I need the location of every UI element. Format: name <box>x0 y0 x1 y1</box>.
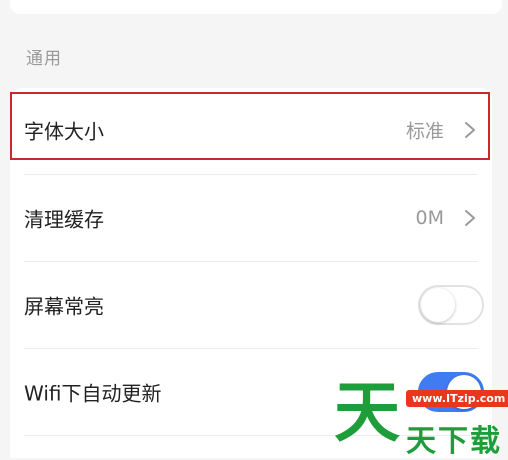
toggle-knob <box>447 375 481 409</box>
setting-screen-always-on: 屏幕常亮 <box>10 262 492 348</box>
divider <box>24 435 478 436</box>
chevron-right-icon <box>465 122 475 138</box>
setting-font-size-label: 字体大小 <box>24 119 104 144</box>
setting-clear-cache-label: 清理缓存 <box>24 207 104 232</box>
chevron-right-icon <box>465 210 475 226</box>
setting-screen-always-on-label: 屏幕常亮 <box>24 294 104 319</box>
previous-settings-card <box>10 0 502 14</box>
setting-clear-cache-value: 0M <box>415 207 444 229</box>
toggle-knob <box>421 288 455 322</box>
settings-card: 字体大小 标准 清理缓存 0M 屏幕常亮 Wifi下自动更新 <box>10 88 492 458</box>
setting-wifi-auto-update: Wifi下自动更新 <box>10 349 492 435</box>
setting-font-size-value: 标准 <box>405 120 444 143</box>
screen-always-on-toggle[interactable] <box>418 285 484 325</box>
setting-wifi-auto-update-label: Wifi下自动更新 <box>24 381 162 406</box>
setting-font-size[interactable]: 字体大小 标准 <box>10 88 492 174</box>
setting-clear-cache[interactable]: 清理缓存 0M <box>10 175 492 261</box>
section-title-general: 通用 <box>26 49 62 69</box>
wifi-auto-update-toggle[interactable] <box>418 372 484 412</box>
